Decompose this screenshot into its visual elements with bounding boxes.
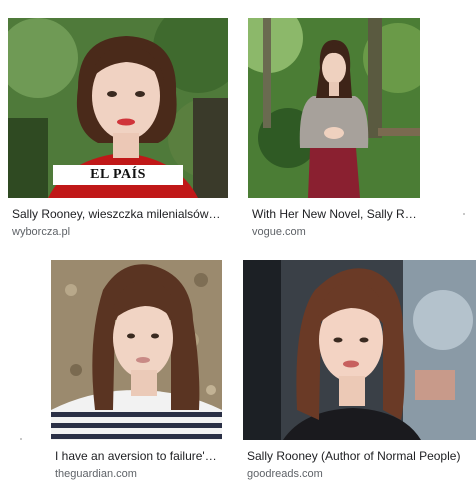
result-card-3[interactable]: I have an aversion to failure'… theguard…	[0, 252, 232, 497]
result-card-4[interactable]: Sally Rooney (Author of Normal People) g…	[240, 252, 476, 497]
result-source-4[interactable]: goodreads.com	[247, 467, 323, 481]
result-source-3[interactable]: theguardian.com	[55, 467, 137, 481]
result-title-2[interactable]: With Her New Novel, Sally R…	[252, 206, 420, 222]
result-card-2[interactable]: With Her New Novel, Sally R… vogue.com	[240, 0, 476, 245]
result-image-4[interactable]	[243, 260, 476, 440]
result-image-1[interactable]: EL PAÍS	[8, 18, 228, 198]
stray-mark	[20, 438, 22, 440]
result-source-1[interactable]: wyborcza.pl	[12, 225, 70, 239]
elpais-logo-overlay: EL PAÍS	[53, 165, 183, 185]
result-source-2[interactable]: vogue.com	[252, 225, 306, 239]
result-title-1[interactable]: Sally Rooney, wieszczka milenialsów…	[12, 206, 226, 222]
result-image-2[interactable]	[248, 18, 420, 198]
result-title-3[interactable]: I have an aversion to failure'…	[55, 448, 223, 464]
result-card-1[interactable]: EL PAÍS Sally Rooney, wieszczka milenial…	[0, 0, 232, 245]
result-image-3[interactable]	[51, 260, 222, 440]
result-title-4[interactable]: Sally Rooney (Author of Normal People)	[247, 448, 475, 464]
stray-mark	[463, 213, 465, 215]
